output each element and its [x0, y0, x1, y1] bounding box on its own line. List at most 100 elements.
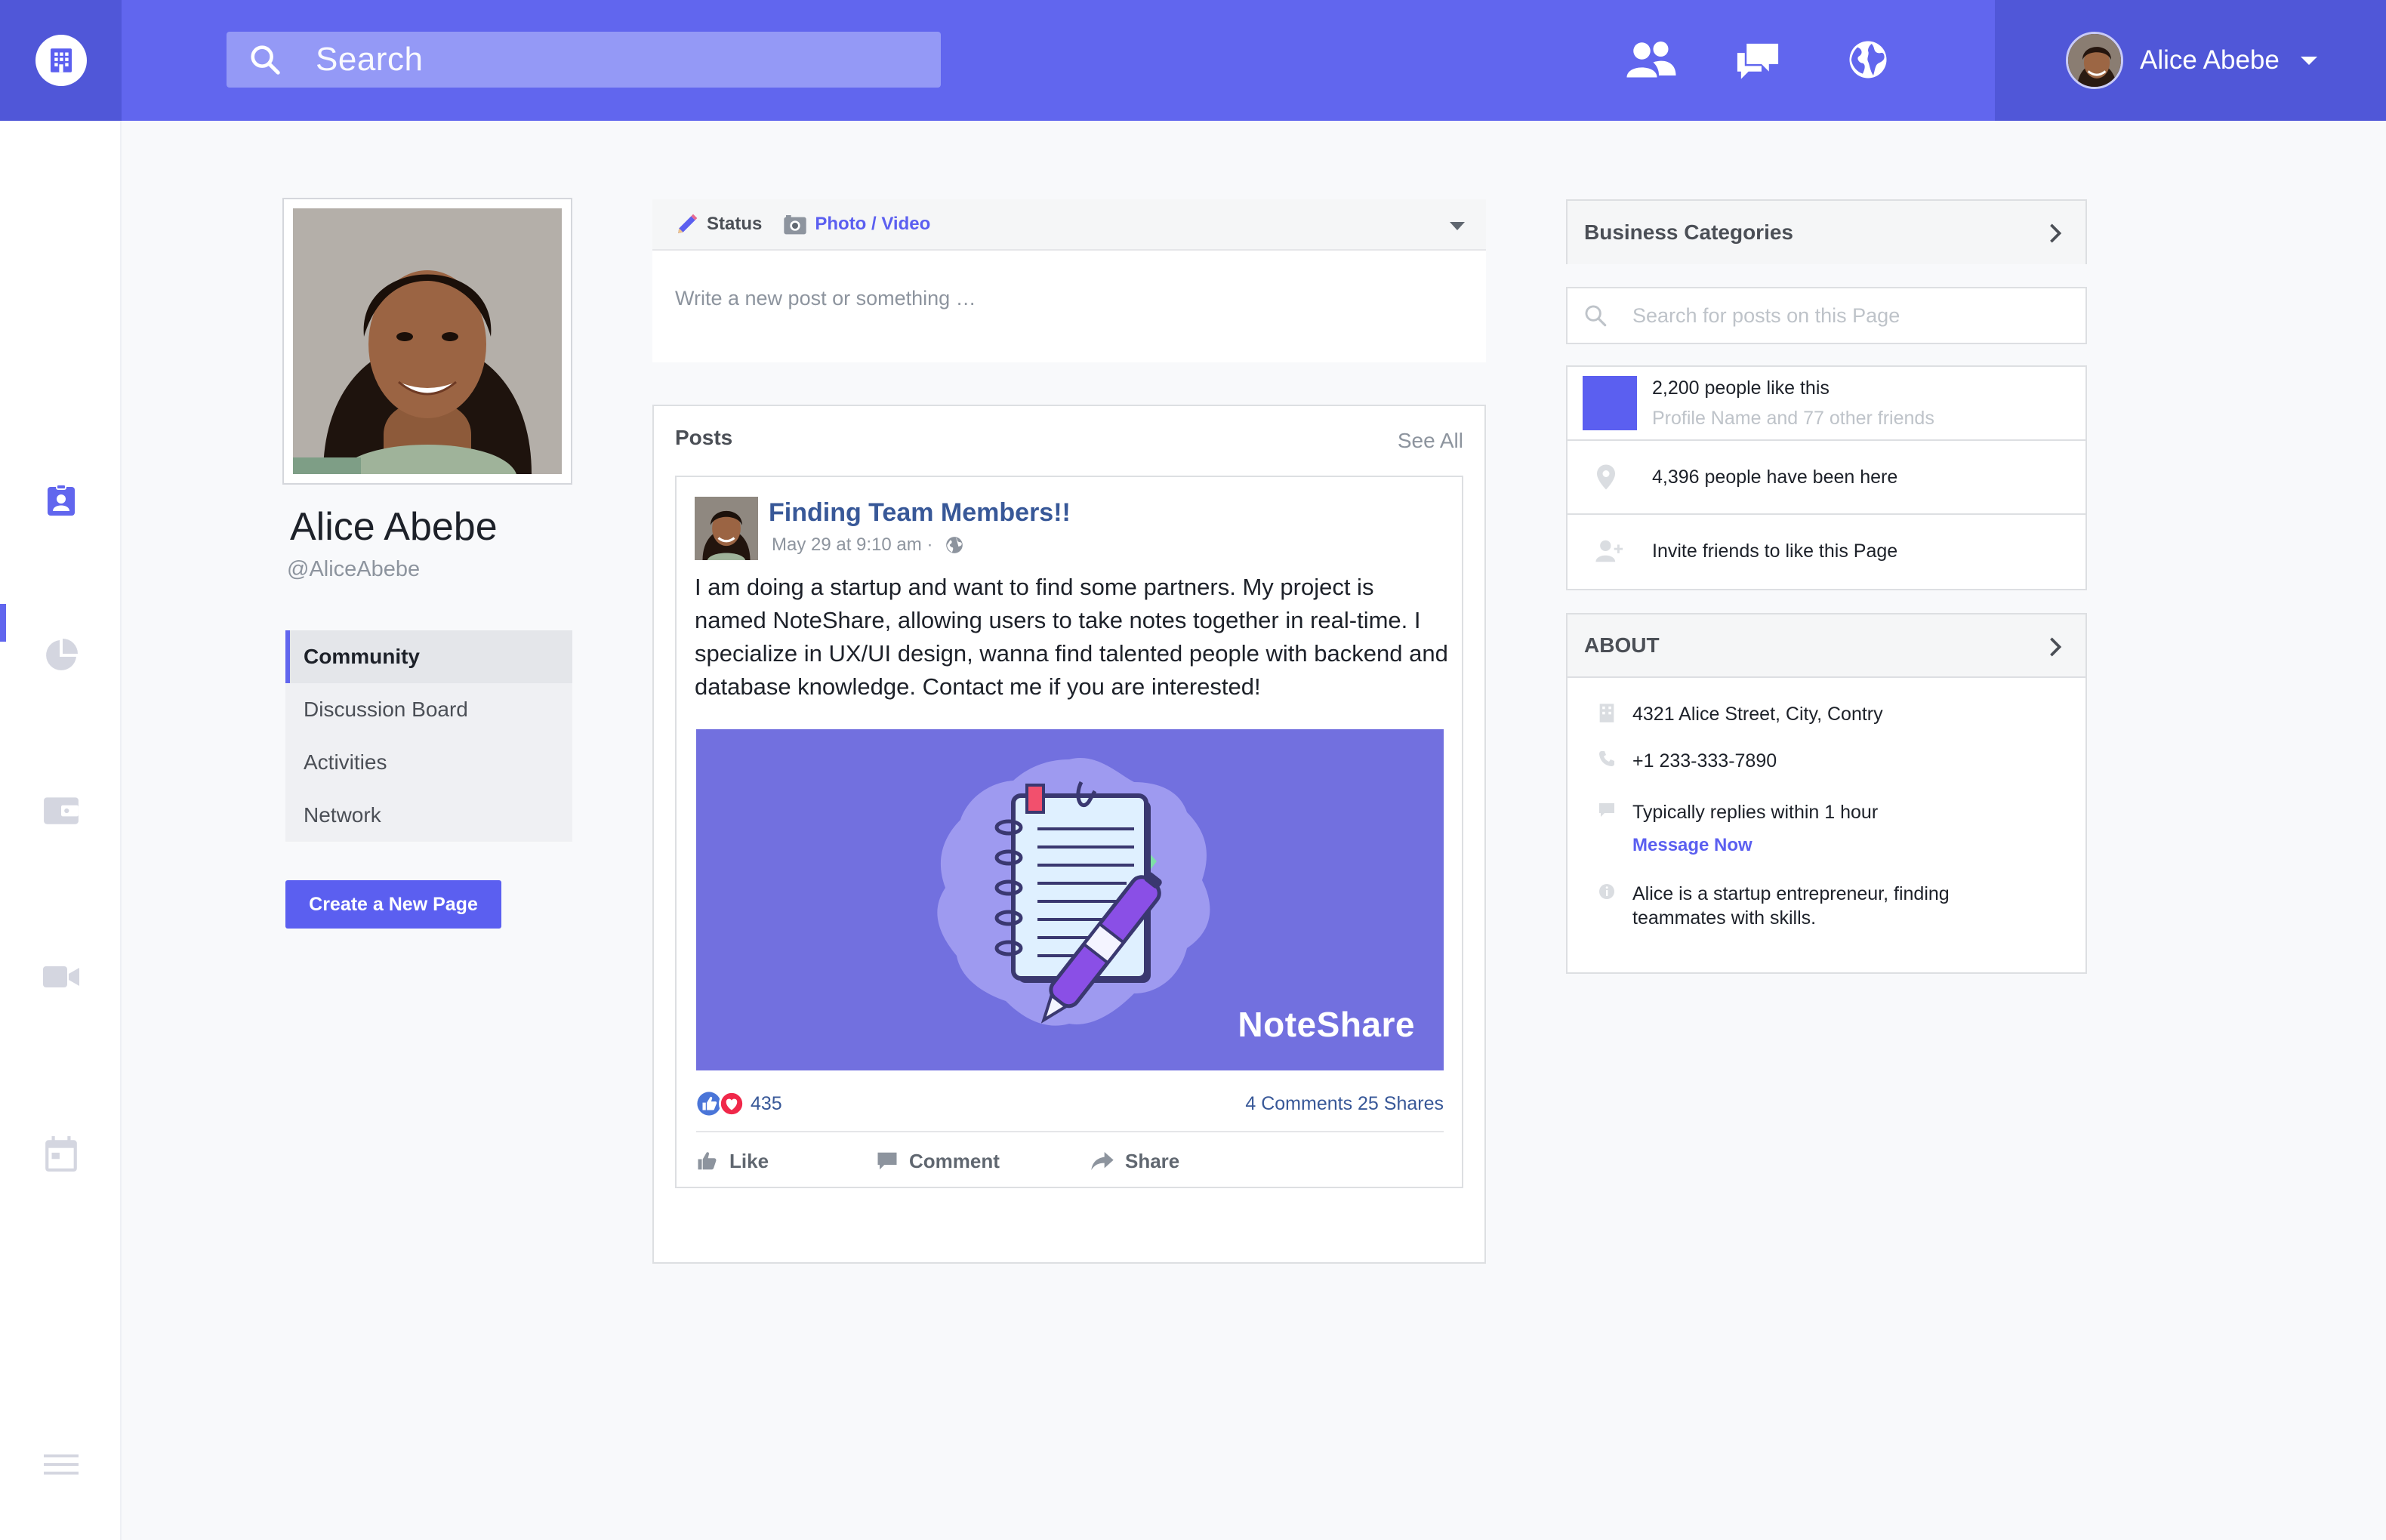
camera-icon [784, 215, 807, 235]
pie-chart-icon[interactable] [0, 637, 122, 673]
post-title[interactable]: Finding Team Members!! [769, 498, 1071, 528]
comments-shares-count[interactable]: 4 Comments 25 Shares [1245, 1093, 1444, 1115]
posts-card: Posts See All Finding Team Members!! May… [652, 405, 1486, 1264]
chevron-right-icon [2050, 223, 2062, 243]
comment-icon [1599, 803, 1614, 817]
globe-icon[interactable] [1847, 38, 1889, 85]
video-camera-icon[interactable] [0, 963, 122, 990]
profile-handle: @AliceAbebe [287, 557, 421, 581]
address-text: 4321 Alice Street, City, Contry [1632, 704, 1883, 725]
business-categories-header: Business Categories [1568, 201, 2085, 264]
search-bar[interactable]: Search [227, 32, 941, 88]
page-search-input[interactable]: Search for posts on this Page [1632, 304, 1900, 328]
post: Finding Team Members!! May 29 at 9:10 am… [675, 476, 1463, 1188]
post-body: I am doing a startup and want to find so… [695, 574, 1448, 700]
share-button[interactable]: Share [1090, 1150, 1179, 1173]
page-stats-list: 2,200 people like this Profile Name and … [1566, 365, 2087, 590]
about-phone: +1 233-333-7890 [1598, 749, 1777, 773]
invite-row[interactable]: Invite friends to like this Page [1568, 515, 2085, 589]
menu-item-community[interactable]: Community [285, 630, 572, 683]
tab-photo-video[interactable]: Photo / Video [783, 213, 930, 236]
comment-button[interactable]: Comment [876, 1150, 1090, 1173]
like-label: Like [729, 1149, 769, 1172]
user-name: Alice Abebe [2140, 45, 2280, 75]
chevron-down-icon[interactable] [1450, 222, 1465, 230]
rail-active-indicator [0, 604, 6, 642]
post-composer: Status Photo / Video Write a new post or… [652, 199, 1486, 362]
post-timestamp: May 29 at 9:10 am · [772, 534, 933, 555]
building-icon [1599, 704, 1614, 722]
visits-row: 4,396 people have been here [1568, 441, 2085, 515]
menu-item-activities[interactable]: Activities [285, 736, 572, 789]
search-icon [251, 45, 280, 75]
create-page-button[interactable]: Create a New Page [285, 880, 501, 929]
page-thumbnail [1583, 376, 1637, 430]
thumbs-up-icon [698, 1152, 717, 1170]
add-friend-icon [1595, 540, 1623, 562]
posts-title: Posts [675, 426, 733, 449]
likes-row[interactable]: 2,200 people like this Profile Name and … [1568, 367, 2085, 441]
avatar[interactable] [695, 497, 758, 560]
likes-friends: Profile Name and 77 other friends [1652, 408, 1934, 429]
invite-friends-text: Invite friends to like this Page [1652, 541, 1898, 562]
tab-photo-video-label: Photo / Video [815, 214, 931, 234]
comment-label: Comment [909, 1149, 1000, 1172]
chevron-right-icon [2050, 637, 2062, 657]
pencil-icon [678, 214, 698, 233]
about-header[interactable]: ABOUT [1568, 614, 2085, 678]
like-button[interactable]: Like [696, 1150, 876, 1173]
search-icon [1585, 305, 1607, 327]
info-icon [1599, 884, 1614, 899]
tab-status-label: Status [707, 214, 763, 234]
composer-tabs: Status Photo / Video [652, 199, 1486, 251]
profile-name: Alice Abebe [290, 505, 498, 549]
page-search-bar[interactable]: Search for posts on this Page [1566, 287, 2087, 344]
chevron-down-icon[interactable] [2300, 56, 2317, 65]
about-address: 4321 Alice Street, City, Contry [1598, 702, 1883, 726]
location-pin-icon [1597, 464, 1615, 490]
menu-item-discussion-board[interactable]: Discussion Board [285, 683, 572, 736]
left-rail [0, 121, 122, 1540]
search-input[interactable]: Search [316, 41, 423, 79]
business-categories-panel[interactable]: Business Categories [1566, 199, 2087, 264]
share-label: Share [1125, 1149, 1180, 1172]
tab-status[interactable]: Status [675, 212, 762, 236]
about-title: ABOUT [1584, 633, 1660, 657]
post-image[interactable]: NoteShare [696, 729, 1444, 1070]
post-image-label: NoteShare [1238, 1005, 1415, 1044]
top-bar: Search Alice Abebe [0, 0, 2386, 121]
likes-count: 2,200 people like this [1652, 377, 1830, 399]
see-all-link[interactable]: See All [1398, 429, 1463, 453]
love-reaction-icon [719, 1091, 744, 1116]
reply-time-text: Typically replies within 1 hour [1632, 802, 1879, 823]
post-meta: May 29 at 9:10 am · [772, 534, 964, 556]
profile-badge-icon[interactable] [0, 482, 122, 519]
post-stats: 435 4 Comments 25 Shares [696, 1089, 1444, 1119]
about-panel: ABOUT 4321 Alice Street, City, Contry +1… [1566, 613, 2087, 974]
visits-count: 4,396 people have been here [1652, 467, 1898, 488]
app-logo[interactable] [0, 0, 122, 121]
avatar [2066, 32, 2123, 89]
messages-icon[interactable] [1734, 38, 1782, 87]
phone-icon [1599, 751, 1614, 766]
message-now-link[interactable]: Message Now [1632, 835, 1753, 856]
post-actions: Like Comment Share [696, 1140, 1444, 1182]
user-menu[interactable]: Alice Abebe [1995, 0, 2386, 121]
reactions-count[interactable]: 435 [751, 1093, 782, 1115]
calendar-icon[interactable] [0, 1135, 122, 1173]
business-categories-title: Business Categories [1584, 220, 1793, 244]
divider [696, 1131, 1444, 1132]
friends-icon[interactable] [1625, 38, 1678, 87]
phone-text: +1 233-333-7890 [1632, 750, 1777, 772]
building-icon [35, 35, 87, 86]
post-input[interactable]: Write a new post or something … [652, 251, 1486, 346]
like-reaction-icon [697, 1092, 721, 1116]
community-menu: Community Discussion Board Activities Ne… [285, 630, 572, 842]
menu-item-network[interactable]: Network [285, 789, 572, 842]
menu-icon[interactable] [0, 1452, 122, 1477]
bio-text: Alice is a startup entrepreneur, finding… [1632, 883, 1950, 929]
wallet-icon[interactable] [0, 793, 122, 827]
about-reply-time: Typically replies within 1 hour [1598, 800, 1878, 824]
comment-icon [877, 1152, 897, 1170]
profile-photo[interactable] [293, 208, 562, 474]
